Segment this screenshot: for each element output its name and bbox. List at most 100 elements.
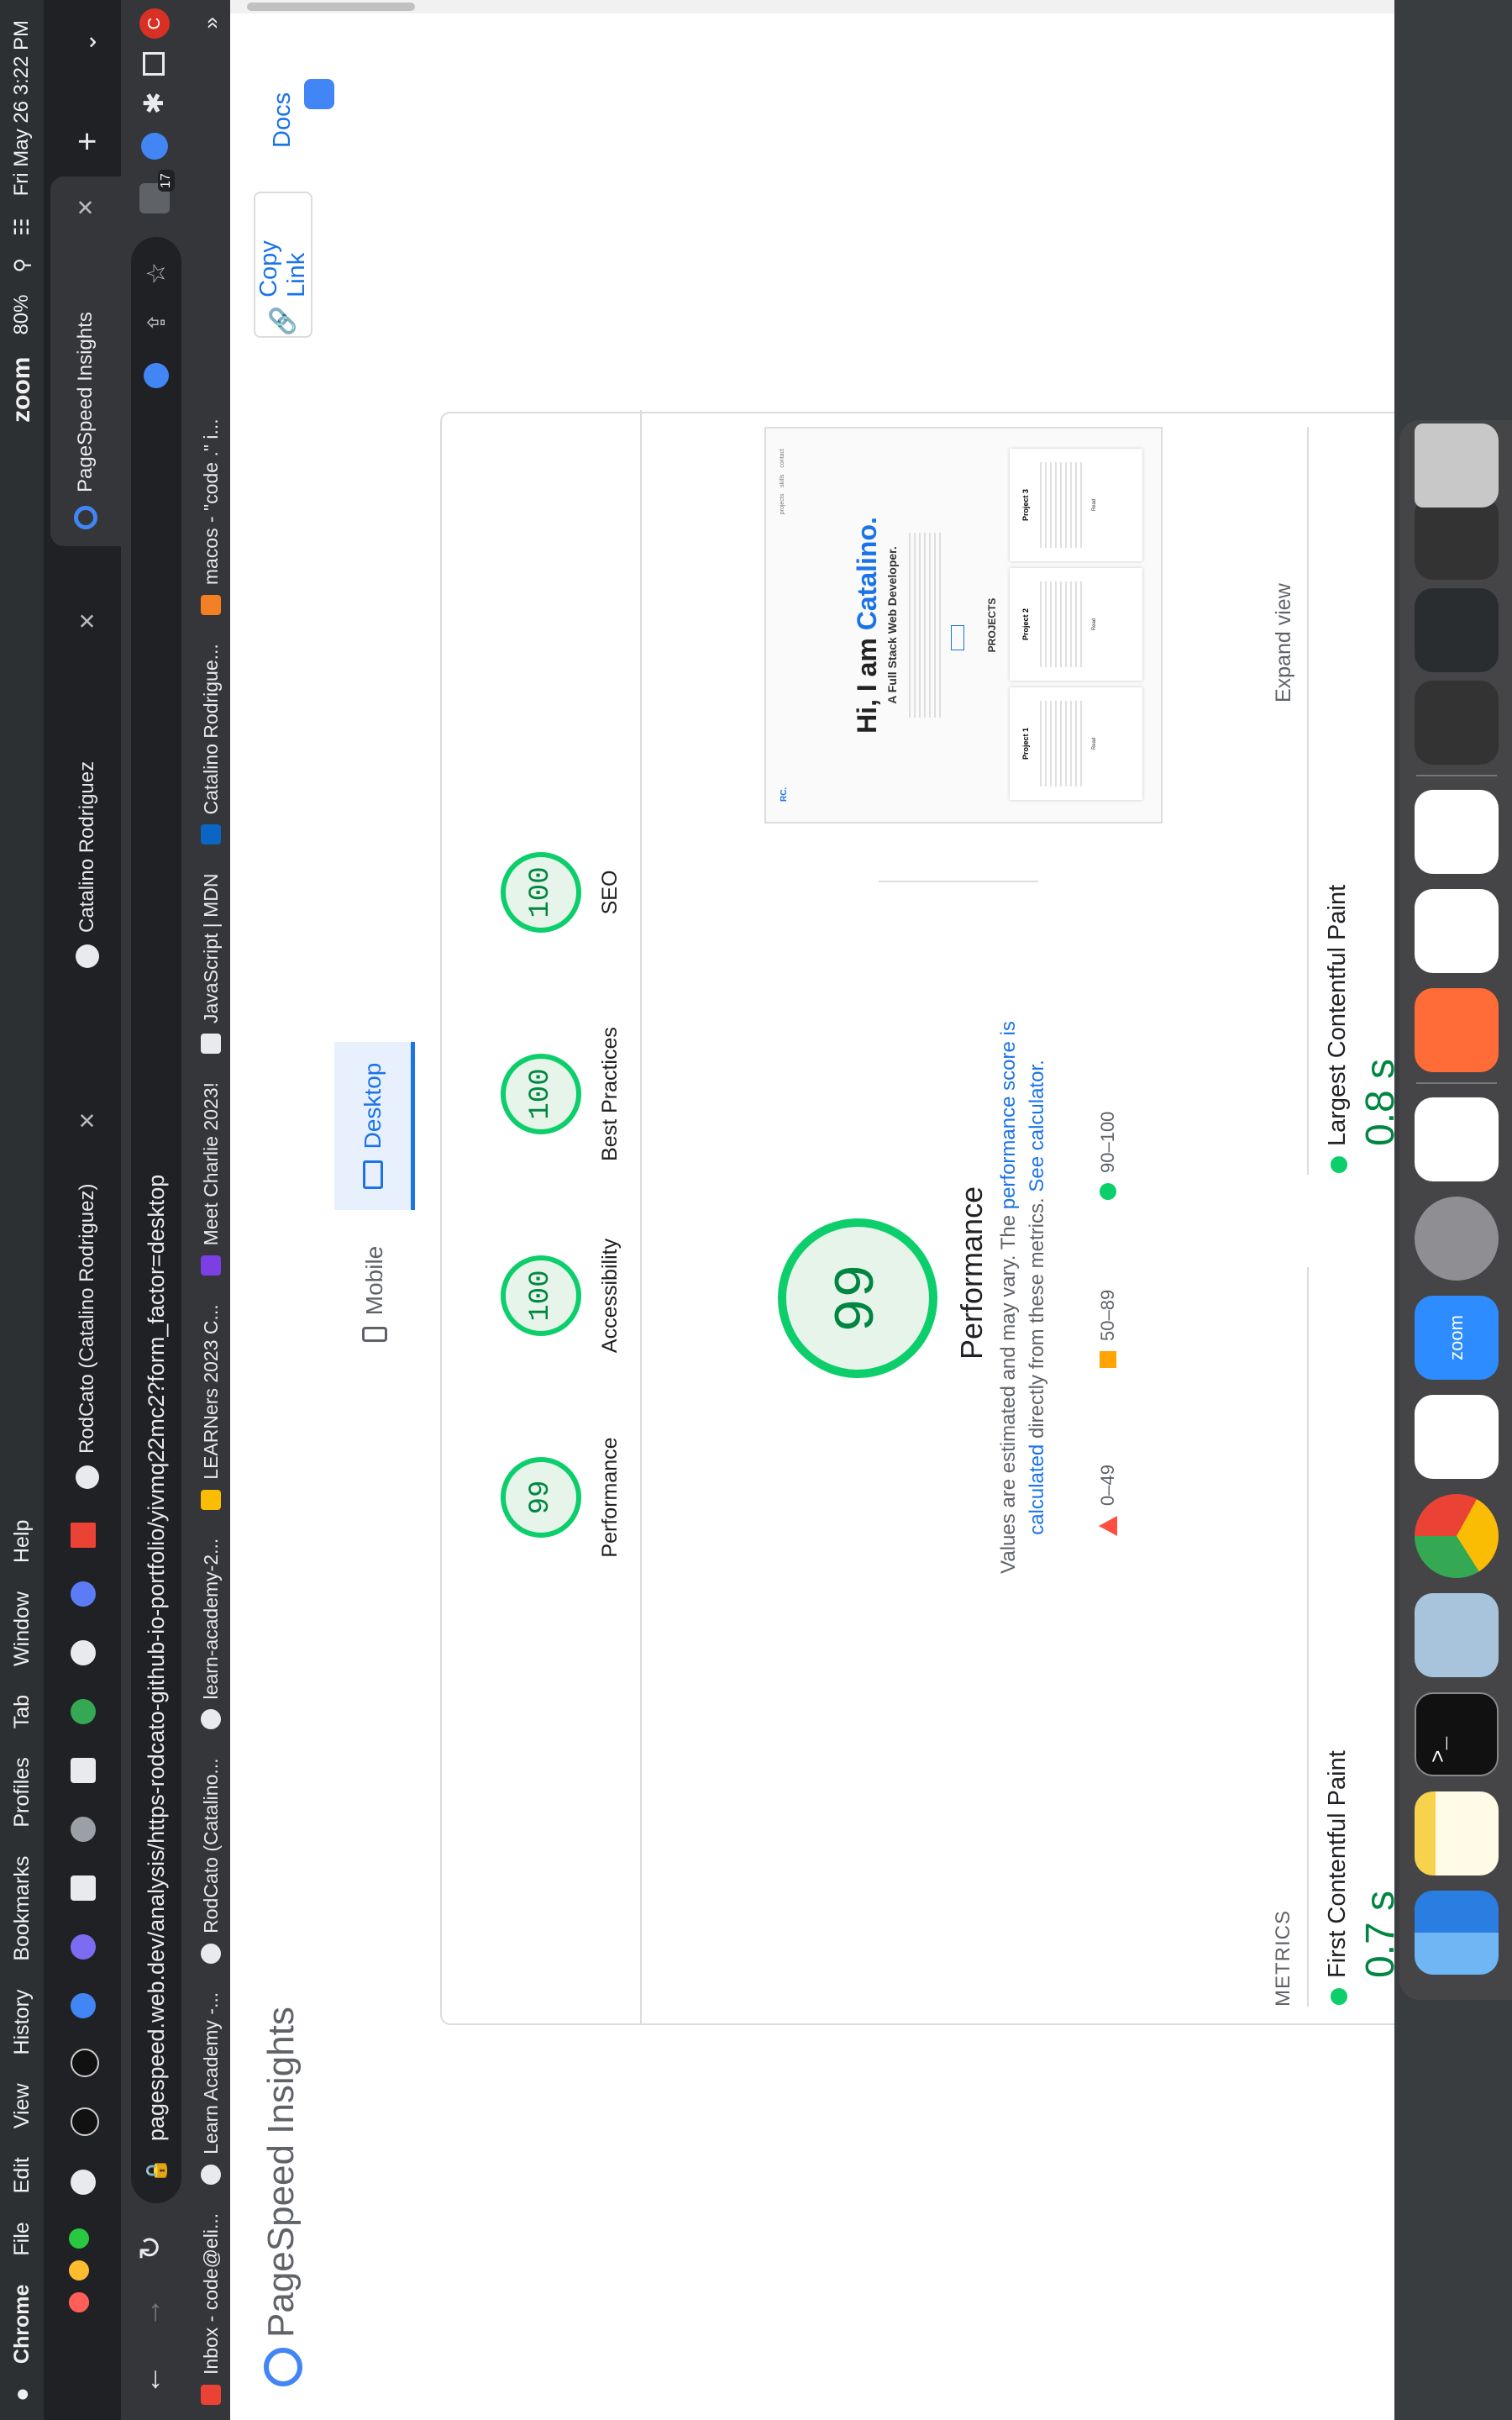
share-icon[interactable]: ⇪ <box>143 313 171 332</box>
zoom-icon[interactable]: zoom <box>1415 1296 1499 1380</box>
tab-search-chevron-icon[interactable]: ⌄ <box>62 18 113 52</box>
chrome-icon[interactable] <box>1415 1494 1499 1578</box>
finder-icon[interactable] <box>1415 1891 1499 1975</box>
codeium-tab-icon[interactable] <box>71 2107 99 2136</box>
close-tab-icon[interactable]: ✕ <box>73 198 99 217</box>
vscode-icon[interactable] <box>1415 1097 1499 1181</box>
star-tab-icon[interactable] <box>71 1523 96 1548</box>
bookmark-linkedin[interactable]: Catalino Rodrigue... <box>200 644 223 845</box>
puzzle-icon[interactable]: ✱ <box>138 92 170 114</box>
legend-pass: 90–100 <box>1097 1112 1119 1200</box>
tab-rodcato[interactable]: RodCato (Catalino Rodriguez) ✕ <box>62 985 113 1489</box>
database-icon[interactable] <box>1415 1593 1499 1677</box>
minimize-icon[interactable] <box>69 2260 89 2281</box>
notes-icon[interactable] <box>1415 1791 1499 1876</box>
zoom-status[interactable]: zoom <box>8 357 36 423</box>
recent-window-thumbnail[interactable] <box>1415 588 1499 672</box>
tab-desktop[interactable]: Desktop <box>334 1042 415 1210</box>
globe-tab-icon[interactable] <box>71 1817 96 1842</box>
menu-tab[interactable]: Tab <box>10 1695 34 1728</box>
menu-window[interactable]: Window <box>10 1591 34 1666</box>
docs-link[interactable]: Docs <box>269 92 297 148</box>
bookmark-learn-academy[interactable]: Learn Academy -... <box>200 1992 223 2185</box>
tab-mobile[interactable]: Mobile <box>334 1210 415 1378</box>
bookmark-rodcato[interactable]: RodCato (Catalino... <box>200 1758 223 1964</box>
vscode-icon[interactable] <box>1415 889 1499 973</box>
system-settings-icon[interactable] <box>1415 1197 1499 1281</box>
battery-status[interactable]: 80% <box>10 295 34 335</box>
menu-help[interactable]: Help <box>10 1520 34 1563</box>
lighthouse-extension-icon[interactable] <box>304 79 334 109</box>
globe-tab-icon[interactable] <box>71 1640 96 1665</box>
back-icon[interactable]: ← <box>133 2365 168 2395</box>
pagespeed-logo-icon[interactable] <box>264 2348 302 2386</box>
profile-avatar[interactable]: C <box>139 8 170 39</box>
menu-file[interactable]: File <box>10 2222 34 2255</box>
psi-title[interactable]: PageSpeed Insights <box>260 2007 302 2338</box>
bookmark-learners[interactable]: LEARNers 2023 C... <box>200 1304 223 1510</box>
codeium-tab-icon[interactable] <box>71 2049 99 2077</box>
recent-window-thumbnail[interactable] <box>1415 681 1499 765</box>
vertical-scrollbar[interactable] <box>230 0 1394 13</box>
close-tab-icon[interactable]: ✕ <box>62 597 113 630</box>
control-center-icon[interactable]: ☷ <box>10 218 34 236</box>
extension-blue-icon[interactable] <box>141 133 168 160</box>
more-bookmarks-icon[interactable]: » <box>198 17 224 29</box>
menu-chrome[interactable]: Chrome <box>10 2285 34 2364</box>
copy-link-button[interactable]: 🔗 Copy Link <box>254 192 312 338</box>
bookmark-stackoverflow[interactable]: macos - "code ." i... <box>200 418 223 616</box>
menu-view[interactable]: View <box>10 2083 34 2128</box>
form-factor-tabs: Mobile Desktop <box>334 1042 415 1378</box>
minimize-window-icon[interactable] <box>69 2292 89 2312</box>
lock-icon[interactable]: 🔒 <box>144 2158 169 2183</box>
close-tab-icon[interactable]: ✕ <box>75 1112 101 1130</box>
address-bar[interactable]: 🔒 pagespeed.web.dev/analysis/https-rodca… <box>131 237 181 2203</box>
google-lens-icon[interactable] <box>144 363 169 388</box>
see-calculator-link[interactable]: See calculator. <box>1026 1060 1048 1192</box>
terminal-icon[interactable]: >_ <box>1415 1692 1499 1776</box>
tab-title: PageSpeed Insights <box>74 312 97 492</box>
menubar-clock[interactable]: Fri May 26 3:22 PM <box>10 20 34 196</box>
docs-tab-icon[interactable] <box>71 1876 96 1901</box>
menu-edit[interactable]: Edit <box>10 2157 34 2193</box>
chromium-tab-icon[interactable] <box>71 1581 96 1607</box>
github-tab-icon[interactable] <box>71 2170 96 2195</box>
trash-icon[interactable] <box>1415 424 1499 508</box>
forward-icon[interactable]: → <box>133 2297 168 2328</box>
menu-bookmarks[interactable]: Bookmarks <box>10 1856 34 1961</box>
google-tab-icon[interactable] <box>71 1699 96 1724</box>
final-screenshot[interactable]: RC. projects skills contact Hi, I am Cat… <box>764 427 1163 823</box>
bookmark-meet-charlie[interactable]: Meet Charlie 2023! <box>200 1082 223 1276</box>
bookmarks-bar: Inbox - code@eli... Learn Academy -... R… <box>192 0 230 2420</box>
sidebar-icon[interactable] <box>143 52 165 76</box>
bookmark-star-icon[interactable]: ☆ <box>142 262 171 285</box>
recent-window-thumbnail[interactable] <box>1415 496 1499 580</box>
new-tab-button[interactable]: + <box>62 118 113 151</box>
apple-logo-icon[interactable]: ● <box>8 2387 35 2402</box>
bookmark-mdn[interactable]: JavaScript | MDN <box>200 873 223 1054</box>
bookmark-learn-academy-2[interactable]: learn-academy-2... <box>200 1539 223 1730</box>
google-tab-icon[interactable] <box>71 1993 96 2018</box>
tab-pagespeed[interactable]: PageSpeed Insights ✕ <box>50 176 121 546</box>
best-practices-gauge[interactable]: 100 <box>501 1054 581 1134</box>
vscode-icon[interactable] <box>1415 790 1499 874</box>
note-text: directly from these metrics. <box>1026 1197 1048 1439</box>
figma-tab-icon[interactable] <box>71 1758 96 1783</box>
menu-profiles[interactable]: Profiles <box>10 1757 34 1827</box>
slack-icon[interactable] <box>1415 1395 1499 1479</box>
reload-icon[interactable]: ↻ <box>133 2235 168 2260</box>
scrollbar-thumb[interactable] <box>247 3 415 11</box>
bookmark-gmail[interactable]: Inbox - code@eli... <box>200 2213 223 2405</box>
maximize-icon[interactable] <box>69 2228 89 2249</box>
accessibility-gauge[interactable]: 100 <box>501 1255 581 1336</box>
search-icon[interactable]: ⚲ <box>10 258 34 273</box>
performance-gauge[interactable]: 99 <box>501 1457 581 1538</box>
performance-big-gauge[interactable]: 99 <box>778 1218 937 1378</box>
tab-catalino[interactable]: Catalino Rodriguez <box>62 691 113 968</box>
url-text[interactable]: pagespeed.web.dev/analysis/https-rodcato… <box>144 1175 170 2141</box>
seo-gauge[interactable]: 100 <box>501 852 581 933</box>
expand-view-link[interactable]: Expand view <box>1272 583 1296 702</box>
menu-history[interactable]: History <box>10 1990 34 2055</box>
gemini-tab-icon[interactable] <box>71 1934 96 1960</box>
postman-icon[interactable] <box>1415 988 1499 1072</box>
